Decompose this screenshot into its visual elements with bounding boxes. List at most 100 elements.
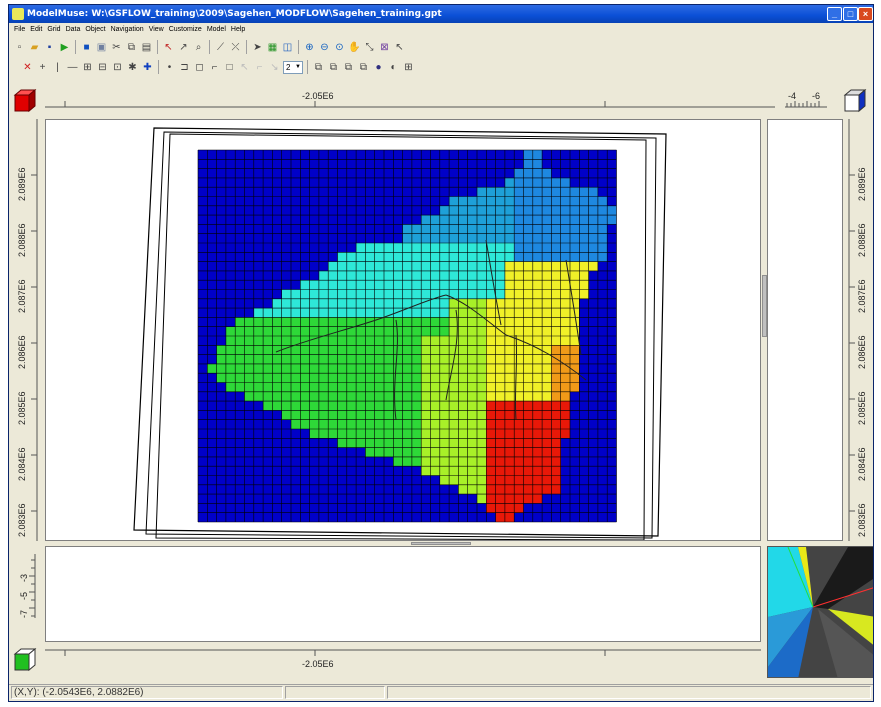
active-cell <box>244 373 254 383</box>
active-cell <box>458 224 468 234</box>
export-icon[interactable]: ▣ <box>95 41 108 54</box>
top-view-panel[interactable] <box>45 119 761 541</box>
add-grid-line-icon[interactable]: + <box>36 61 49 74</box>
active-cell <box>393 308 403 318</box>
active-cell <box>272 308 282 318</box>
red-cube-icon[interactable] <box>13 88 37 113</box>
show-front-icon[interactable]: ⧉ <box>327 61 340 74</box>
select-lasso-icon[interactable]: ↗ <box>177 41 190 54</box>
new-file-icon[interactable]: ▫ <box>13 41 26 54</box>
menu-navigation[interactable]: Navigation <box>111 24 144 36</box>
add-vertex-icon[interactable]: ↖ <box>238 61 251 74</box>
active-cell <box>504 363 515 374</box>
active-cell <box>495 484 505 495</box>
maximize-button[interactable]: □ <box>843 7 858 21</box>
active-cell <box>551 233 561 243</box>
paste-icon[interactable]: ▤ <box>140 41 153 54</box>
cut-icon[interactable]: ✂ <box>110 41 123 54</box>
active-cell <box>430 401 440 411</box>
generate-grid-icon[interactable]: ⊡ <box>111 61 124 74</box>
grid-cross-icon[interactable]: ✚ <box>141 61 154 74</box>
active-cell <box>467 261 477 271</box>
open-file-icon[interactable]: ▰ <box>28 41 41 54</box>
select-arrow-icon[interactable]: ↖ <box>162 41 175 54</box>
color-3d-icon[interactable]: ● <box>372 61 385 74</box>
menu-object[interactable]: Object <box>85 24 105 36</box>
title-bar[interactable]: ModelMuse: W:\GSFLOW_training\2009\Sageh… <box>9 5 873 23</box>
active-cell <box>384 280 394 290</box>
green-cube-icon[interactable] <box>13 647 37 672</box>
menu-grid[interactable]: Grid <box>47 24 60 36</box>
active-cell <box>356 326 366 336</box>
active-cell <box>588 224 598 234</box>
vertical-splitter[interactable] <box>761 275 767 345</box>
zoom-in-icon[interactable]: ⊕ <box>303 41 316 54</box>
active-cell <box>244 391 254 402</box>
delete-segment-icon[interactable]: ⌐ <box>253 61 266 74</box>
active-cell <box>421 243 431 253</box>
rotate-icon[interactable]: ↖ <box>393 41 406 54</box>
menu-data[interactable]: Data <box>66 24 81 36</box>
smooth-grid-icon[interactable]: ✱ <box>126 61 139 74</box>
menu-edit[interactable]: Edit <box>30 24 42 36</box>
menu-customize[interactable]: Customize <box>169 24 202 36</box>
show-top-icon[interactable]: ⧉ <box>312 61 325 74</box>
run-model-icon[interactable]: ▶ <box>58 41 71 54</box>
left-ruler: 2.089E6 2.088E6 2.087E6 2.086E6 2.085E6 … <box>9 119 45 541</box>
3d-view-panel[interactable] <box>767 546 874 678</box>
spacing-icon[interactable]: ⊟ <box>96 61 109 74</box>
chart-icon[interactable]: ◫ <box>281 41 294 54</box>
active-cell <box>291 382 301 392</box>
3d-model-view[interactable] <box>768 547 874 678</box>
zoom-region-icon[interactable]: ⤡ <box>363 41 376 54</box>
active-cell <box>467 233 477 243</box>
copy-icon[interactable]: ⧉ <box>125 41 138 54</box>
active-cell <box>309 280 319 290</box>
save-icon[interactable]: ▪ <box>43 41 56 54</box>
model-grid-view[interactable] <box>46 120 760 540</box>
subdivide-icon[interactable]: ⊞ <box>81 61 94 74</box>
active-cell <box>560 373 570 383</box>
active-cell <box>504 373 515 383</box>
close-button[interactable]: × <box>858 7 873 21</box>
grid-display-icon[interactable]: ⊞ <box>402 61 415 74</box>
layer-select[interactable]: 2 ▼ <box>283 60 303 74</box>
select-point-icon[interactable]: ⌕ <box>192 41 205 54</box>
vertical-line-icon[interactable]: | <box>51 61 64 74</box>
active-cell <box>402 345 412 355</box>
menu-model[interactable]: Model <box>207 24 226 36</box>
shade-icon[interactable]: ◐ <box>387 61 400 74</box>
create-straight-line-icon[interactable]: ⌐ <box>208 61 221 74</box>
menu-file[interactable]: File <box>14 24 25 36</box>
zoom-extents-icon[interactable]: ⊙ <box>333 41 346 54</box>
pan-icon[interactable]: ✋ <box>348 41 361 54</box>
pointer-tool-icon[interactable]: ➤ <box>251 41 264 54</box>
menu-help[interactable]: Help <box>231 24 245 36</box>
active-cell <box>216 363 226 374</box>
create-polyline-icon[interactable]: ⊐ <box>178 61 191 74</box>
show-side-icon[interactable]: ⧉ <box>342 61 355 74</box>
front-view-panel[interactable] <box>45 546 761 642</box>
active-cell <box>337 373 347 383</box>
active-cell <box>495 456 505 467</box>
active-cell <box>439 233 450 243</box>
move-column-icon[interactable]: ⤫ <box>229 41 242 54</box>
blue-cube-icon[interactable] <box>843 88 867 113</box>
zoom-out-icon[interactable]: ⊖ <box>318 41 331 54</box>
create-point-icon[interactable]: • <box>163 61 176 74</box>
show-all-icon[interactable]: ⧉ <box>357 61 370 74</box>
import-icon[interactable]: ■ <box>80 41 93 54</box>
rotate-grid-icon[interactable]: ⟋ <box>214 41 227 54</box>
delete-grid-line-icon[interactable]: ✕ <box>21 61 34 74</box>
active-cell <box>449 391 459 402</box>
horizontal-line-icon[interactable]: — <box>66 61 79 74</box>
minimize-button[interactable]: _ <box>827 7 842 21</box>
menu-view[interactable]: View <box>149 24 164 36</box>
create-polygon-icon[interactable]: ◻ <box>193 61 206 74</box>
grid-color-icon[interactable]: ▦ <box>266 41 279 54</box>
create-rectangle-icon[interactable]: □ <box>223 61 236 74</box>
active-cell <box>514 252 524 262</box>
measure-icon[interactable]: ⊠ <box>378 41 391 54</box>
side-view-panel[interactable] <box>767 119 843 541</box>
split-object-icon[interactable]: ↘ <box>268 61 281 74</box>
